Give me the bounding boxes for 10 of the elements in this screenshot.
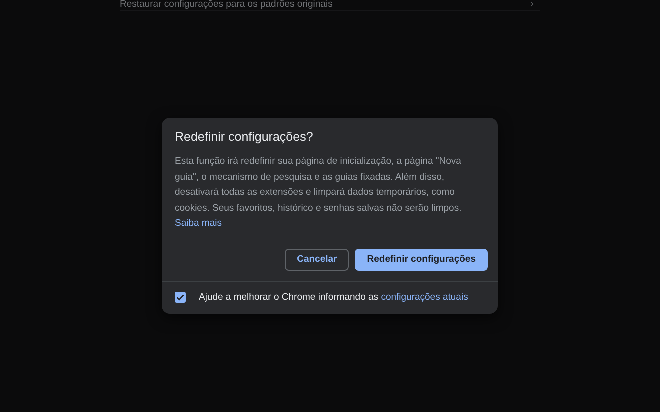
- checkbox[interactable]: [175, 292, 186, 302]
- dialog-description: Esta função irá redefinir sua página de inicialização, a página "Nova guia", o mecanismo de pesquisa e as guias fixadas. Além disso, desativará todas as extensões e limpará dados temporários, como cookies. Seus favoritos, histórico e senhas salvas não serão limpos. Saiba mais: [175, 155, 463, 231]
- dialog-title: Redefinir configurações?: [174, 129, 314, 144]
- cancel-button[interactable]: Cancelar: [285, 248, 350, 270]
- reset-button[interactable]: Redefinir configurações: [355, 248, 488, 270]
- report-label: Ajude a melhorar o Chrome informando as configurações atuais: [199, 292, 468, 302]
- learn-more-link[interactable]: Saiba mais: [175, 218, 222, 229]
- check-icon: [176, 292, 185, 302]
- current-settings-link[interactable]: configurações atuais: [381, 292, 468, 302]
- chevron-icon: ›: [530, 0, 534, 10]
